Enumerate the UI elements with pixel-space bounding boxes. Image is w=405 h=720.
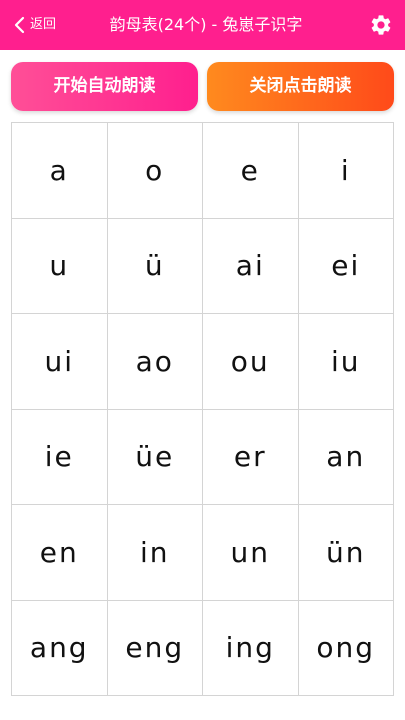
final-cell[interactable]: üe (107, 409, 203, 505)
final-cell[interactable]: in (107, 505, 203, 601)
final-cell[interactable]: ui (12, 314, 108, 410)
header-bar: 返回 韵母表(24个) - 兔崽子识字 (0, 0, 405, 50)
final-cell[interactable]: un (203, 505, 299, 601)
final-cell[interactable]: ü (107, 218, 203, 314)
page-title: 韵母表(24个) - 兔崽子识字 (109, 15, 303, 34)
final-cell[interactable]: ei (298, 218, 394, 314)
final-cell[interactable]: an (298, 409, 394, 505)
final-cell[interactable]: ang (12, 600, 108, 696)
gear-icon[interactable] (369, 13, 393, 37)
auto-read-button[interactable]: 开始自动朗读 (11, 62, 198, 111)
final-cell[interactable]: ün (298, 505, 394, 601)
final-cell[interactable]: e (203, 123, 299, 219)
back-label: 返回 (30, 17, 57, 32)
chevron-left-icon (14, 16, 26, 34)
final-cell[interactable]: o (107, 123, 203, 219)
final-cell[interactable]: ong (298, 600, 394, 696)
final-cell[interactable]: en (12, 505, 108, 601)
final-cell[interactable]: ou (203, 314, 299, 410)
finals-grid: a o e i u ü ai ei ui ao ou iu ie üe er a… (11, 122, 394, 696)
final-cell[interactable]: ao (107, 314, 203, 410)
final-cell[interactable]: er (203, 409, 299, 505)
click-read-toggle-button[interactable]: 关闭点击朗读 (207, 62, 394, 111)
final-cell[interactable]: ai (203, 218, 299, 314)
final-cell[interactable]: eng (107, 600, 203, 696)
final-cell[interactable]: u (12, 218, 108, 314)
final-cell[interactable]: ing (203, 600, 299, 696)
final-cell[interactable]: iu (298, 314, 394, 410)
final-cell[interactable]: i (298, 123, 394, 219)
final-cell[interactable]: ie (12, 409, 108, 505)
final-cell[interactable]: a (12, 123, 108, 219)
back-button[interactable]: 返回 (14, 13, 56, 37)
